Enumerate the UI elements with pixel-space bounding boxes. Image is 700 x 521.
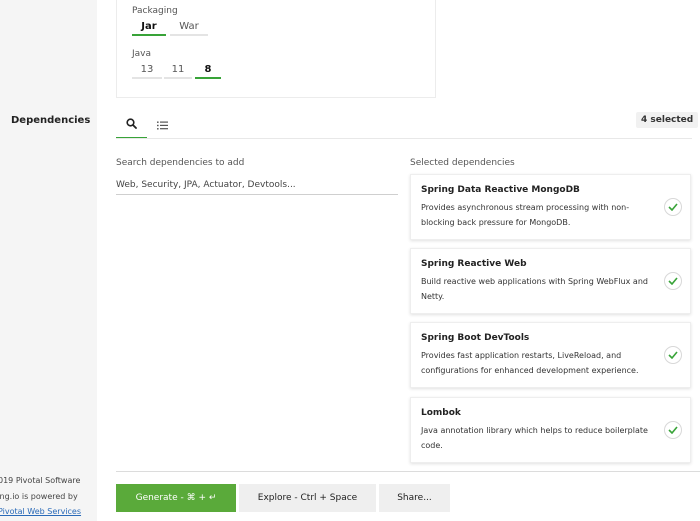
- generate-button[interactable]: Generate - ⌘ + ↵: [116, 484, 236, 512]
- footer-copyright: 019 Pivotal Software: [0, 476, 81, 485]
- java-8-option[interactable]: 8: [195, 63, 221, 79]
- selected-count-badge: 4 selected: [636, 112, 699, 128]
- dependency-title: Spring Data Reactive MongoDB: [421, 185, 580, 195]
- dependency-title: Lombok: [421, 408, 461, 418]
- dependency-description: Provides fast application restarts, Live…: [421, 351, 639, 375]
- dependencies-section-label: Dependencies: [11, 115, 91, 126]
- tabs-divider: [116, 138, 692, 139]
- tab-search[interactable]: [116, 110, 147, 139]
- project-options-card: Packaging Jar War Java 13 11 8: [116, 0, 436, 98]
- dependency-card-spring-boot-devtools: Spring Boot DevTools Provides fast appli…: [410, 322, 691, 388]
- check-icon: [668, 277, 678, 285]
- remove-dependency-button[interactable]: [664, 272, 682, 290]
- packaging-jar-option[interactable]: Jar: [132, 20, 166, 36]
- tab-list[interactable]: [147, 110, 178, 139]
- java-label: Java: [132, 49, 152, 59]
- dependency-title: Spring Reactive Web: [421, 259, 527, 269]
- selected-dependencies-heading: Selected dependencies: [410, 158, 515, 168]
- footer-pivotal-link[interactable]: Pivotal Web Services: [0, 507, 81, 516]
- explore-button[interactable]: Explore - Ctrl + Space: [239, 484, 376, 512]
- check-icon: [668, 426, 678, 434]
- list-icon: [157, 115, 168, 134]
- check-icon: [668, 351, 678, 359]
- remove-dependency-button[interactable]: [664, 346, 682, 364]
- dependency-description: Java annotation library which helps to r…: [421, 426, 648, 450]
- search-dependencies-label: Search dependencies to add: [116, 158, 245, 168]
- remove-dependency-button[interactable]: [664, 198, 682, 216]
- dependency-description: Build reactive web applications with Spr…: [421, 277, 648, 301]
- remove-dependency-button[interactable]: [664, 421, 682, 439]
- share-button[interactable]: Share...: [379, 484, 450, 512]
- search-icon: [126, 114, 137, 133]
- dependency-card-spring-reactive-web: Spring Reactive Web Build reactive web a…: [410, 248, 691, 314]
- dependency-card-lombok: Lombok Java annotation library which hel…: [410, 397, 691, 463]
- dependency-description: Provides asynchronous stream processing …: [421, 203, 630, 227]
- java-13-option[interactable]: 13: [132, 63, 162, 79]
- sidebar: 019 Pivotal Software ring.io is powered …: [0, 0, 97, 521]
- footer-powered-by: ring.io is powered by: [0, 492, 78, 501]
- actions-divider: [116, 471, 700, 472]
- check-icon: [668, 203, 678, 211]
- packaging-label: Packaging: [132, 6, 178, 16]
- packaging-war-option[interactable]: War: [170, 20, 208, 36]
- java-11-option[interactable]: 11: [164, 63, 192, 79]
- dependency-title: Spring Boot DevTools: [421, 333, 530, 343]
- dependency-card-spring-data-reactive-mongodb: Spring Data Reactive MongoDB Provides as…: [410, 174, 691, 240]
- search-dependencies-input[interactable]: [116, 175, 398, 195]
